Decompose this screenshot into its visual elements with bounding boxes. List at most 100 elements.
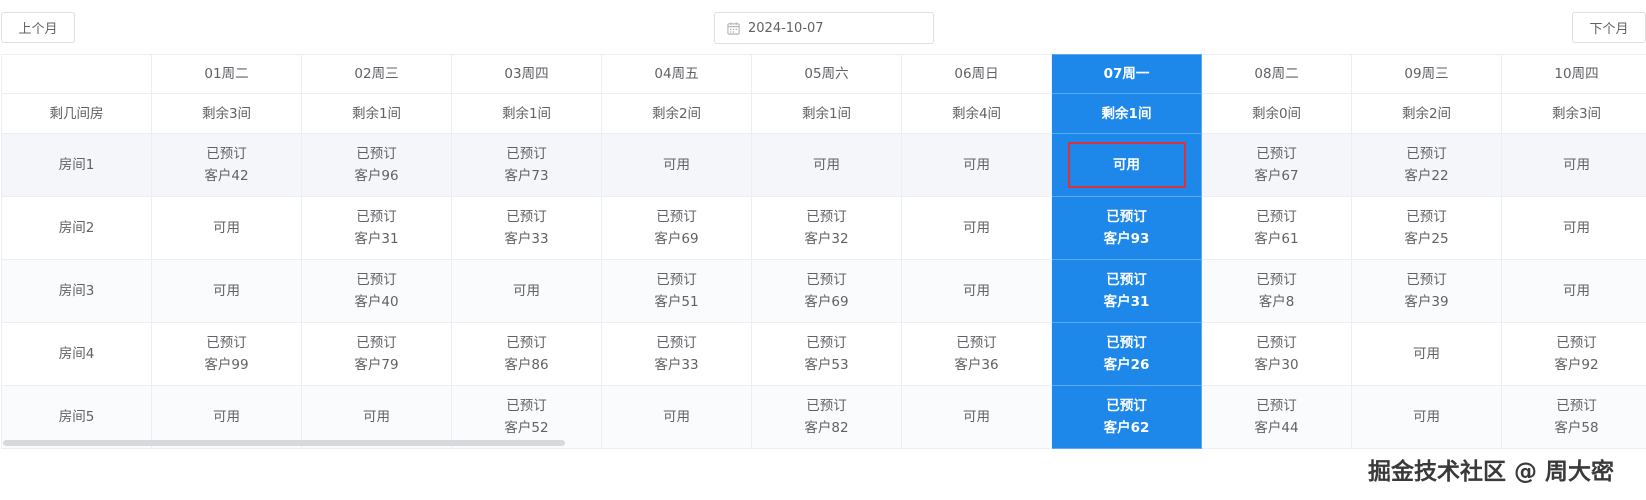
booking-cell[interactable]: 已预订 客户44: [1201, 385, 1352, 449]
booking-cell[interactable]: 可用: [1501, 259, 1646, 323]
booking-cell[interactable]: 已预订 客户51: [601, 259, 752, 323]
booking-cell[interactable]: 已预订 客户26: [1051, 322, 1202, 386]
remaining-rooms-label: 剩几间房: [1, 93, 152, 134]
booking-status: 已预订: [356, 272, 397, 288]
customer-name: 客户22: [1404, 168, 1449, 184]
booking-cell[interactable]: 已预订 客户69: [751, 259, 902, 323]
booking-status: 可用: [963, 157, 990, 173]
customer-name: 客户8: [1258, 294, 1295, 310]
customer-name: 客户26: [1103, 357, 1150, 373]
day-header[interactable]: 01周二: [151, 54, 302, 94]
day-header[interactable]: 07周一: [1051, 54, 1202, 94]
booking-cell[interactable]: 可用: [451, 259, 602, 323]
booking-cell[interactable]: 已预订 客户62: [1051, 385, 1202, 449]
booking-cell[interactable]: 已预订 客户99: [151, 322, 302, 386]
day-header[interactable]: 10周四: [1501, 54, 1646, 94]
customer-name: 客户42: [204, 168, 249, 184]
watermark: 掘金技术社区 @ 周大密: [1368, 459, 1615, 485]
booking-cell[interactable]: 可用: [901, 259, 1052, 323]
booking-cell[interactable]: 已预订 客户93: [1051, 196, 1202, 260]
booking-status: 已预订: [656, 272, 697, 288]
booking-status: 可用: [963, 409, 990, 425]
booking-cell[interactable]: 已预订 客户32: [751, 196, 902, 260]
date-picker[interactable]: 2024-10-07: [714, 12, 934, 44]
next-month-button[interactable]: 下个月: [1572, 12, 1646, 43]
booking-cell[interactable]: 已预订 客户8: [1201, 259, 1352, 323]
booking-cell[interactable]: 已预订 客户73: [451, 133, 602, 197]
booking-cell[interactable]: 可用: [1501, 196, 1646, 260]
booking-cell[interactable]: 已预订 客户33: [601, 322, 752, 386]
customer-name: 客户33: [504, 231, 549, 247]
day-header[interactable]: 08周二: [1201, 54, 1352, 94]
booking-cell[interactable]: 已预订 客户61: [1201, 196, 1352, 260]
booking-cell[interactable]: 已预订 客户96: [301, 133, 452, 197]
day-header[interactable]: 03周四: [451, 54, 602, 94]
booking-cell[interactable]: 可用: [901, 196, 1052, 260]
customer-name: 客户86: [504, 357, 549, 373]
room-row: 房间3 可用 已预订 客户40 可用 已预订 客户51 已预订 客户69 可用 已预订 客户31 已预订…: [1, 259, 1646, 323]
booking-status: 已预订: [1256, 398, 1297, 414]
booking-cell[interactable]: 可用: [1051, 133, 1202, 197]
booking-cell[interactable]: 已预订 客户42: [151, 133, 302, 197]
booking-status: 已预订: [506, 398, 547, 414]
selected-cell-outline: 可用: [1067, 142, 1186, 188]
booking-cell[interactable]: 可用: [601, 385, 752, 449]
booking-cell[interactable]: 已预订 客户33: [451, 196, 602, 260]
day-header[interactable]: 09周三: [1351, 54, 1502, 94]
remaining-count: 剩余2间: [1351, 93, 1502, 134]
room-row: 房间1 已预订 客户42 已预订 客户96 已预订 客户73 可用 可用 可用 可用 已预订 客户67 已…: [1, 133, 1646, 197]
customer-name: 客户39: [1404, 294, 1449, 310]
prev-month-button[interactable]: 上个月: [1, 12, 75, 43]
booking-cell[interactable]: 可用: [151, 259, 302, 323]
booking-cell[interactable]: 可用: [151, 196, 302, 260]
booking-status: 已预订: [806, 335, 847, 351]
customer-name: 客户96: [354, 168, 399, 184]
booking-cell[interactable]: 已预订 客户39: [1351, 259, 1502, 323]
day-header[interactable]: 06周日: [901, 54, 1052, 94]
booking-cell[interactable]: 可用: [901, 133, 1052, 197]
booking-status: 可用: [663, 157, 690, 173]
booking-cell[interactable]: 已预订 客户31: [1051, 259, 1202, 323]
booking-status: 可用: [963, 220, 990, 236]
customer-name: 客户93: [1103, 231, 1150, 247]
booking-cell[interactable]: 已预订客户40: [301, 259, 452, 323]
day-header[interactable]: 05周六: [751, 54, 902, 94]
booking-cell[interactable]: 已预订客户86: [451, 322, 602, 386]
booking-cell[interactable]: 已预订 客户79: [301, 322, 452, 386]
day-header[interactable]: 04周五: [601, 54, 752, 94]
booking-cell[interactable]: 已预订 客户58: [1501, 385, 1646, 449]
booking-cell[interactable]: 可用: [1351, 385, 1502, 449]
booking-status: 可用: [813, 157, 840, 173]
booking-status: 可用: [1413, 346, 1440, 362]
horizontal-scrollbar[interactable]: [3, 440, 565, 446]
day-header[interactable]: 02周三: [301, 54, 452, 94]
booking-cell[interactable]: 已预订 客户92: [1501, 322, 1646, 386]
booking-cell[interactable]: 已预订 客户31: [301, 196, 452, 260]
customer-name: 客户73: [504, 168, 549, 184]
booking-cell[interactable]: 可用: [751, 133, 902, 197]
booking-cell[interactable]: 已预订 客户30: [1201, 322, 1352, 386]
booking-cell[interactable]: 已预订客户22: [1351, 133, 1502, 197]
booking-cell[interactable]: 已预订 客户67: [1201, 133, 1352, 197]
booking-cell[interactable]: 可用: [901, 385, 1052, 449]
booking-cell[interactable]: 已预订 客户82: [751, 385, 902, 449]
customer-name: 客户40: [354, 294, 399, 310]
booking-status: 已预订: [1406, 146, 1447, 162]
booking-cell[interactable]: 已预订客户53: [751, 322, 902, 386]
booking-status: 已预订: [506, 335, 547, 351]
booking-cell[interactable]: 已预订 客户25: [1351, 196, 1502, 260]
customer-name: 客户33: [654, 357, 699, 373]
booking-status: 已预订: [806, 209, 847, 225]
customer-name: 客户53: [804, 357, 849, 373]
booking-status: 已预订: [1556, 335, 1597, 351]
booking-cell[interactable]: 可用: [1351, 322, 1502, 386]
booking-cell[interactable]: 可用: [601, 133, 752, 197]
booking-status: 可用: [1563, 220, 1590, 236]
customer-name: 客户99: [204, 357, 249, 373]
booking-cell[interactable]: 可用: [1501, 133, 1646, 197]
booking-status: 可用: [1563, 157, 1590, 173]
customer-name: 客户62: [1103, 420, 1150, 436]
booking-cell[interactable]: 已预订 客户69: [601, 196, 752, 260]
customer-name: 客户30: [1254, 357, 1299, 373]
booking-cell[interactable]: 已预订 客户36: [901, 322, 1052, 386]
